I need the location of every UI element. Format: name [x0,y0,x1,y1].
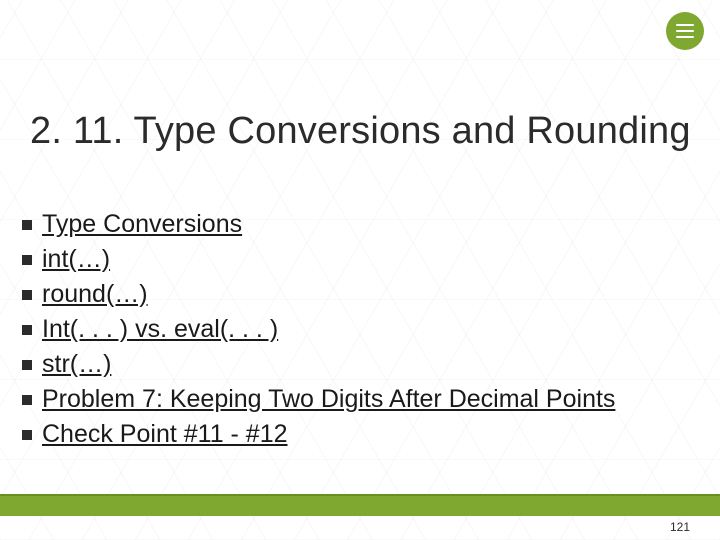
square-bullet-icon [22,255,32,265]
list-item-label: Problem 7: Keeping Two Digits After Deci… [42,385,615,414]
footer-accent-bar [0,494,720,516]
square-bullet-icon [22,220,32,230]
slide-title: 2. 11. Type Conversions and Rounding [30,110,691,153]
list-item[interactable]: Check Point #11 - #12 [22,420,700,449]
list-item-label: Int(. . . ) vs. eval(. . . ) [42,315,278,344]
list-item[interactable]: str(…) [22,350,700,379]
list-item-label: round(…) [42,280,148,309]
square-bullet-icon [22,360,32,370]
hamburger-icon [676,30,694,33]
list-item-label: str(…) [42,350,111,379]
menu-button[interactable] [666,12,704,50]
list-item-label: Type Conversions [42,210,242,239]
square-bullet-icon [22,290,32,300]
list-item[interactable]: Problem 7: Keeping Two Digits After Deci… [22,385,700,414]
square-bullet-icon [22,395,32,405]
slide-content: 2. 11. Type Conversions and Rounding Typ… [0,0,720,540]
list-item[interactable]: int(…) [22,245,700,274]
list-item-label: Check Point #11 - #12 [42,420,288,449]
bullet-list: Type Conversions int(…) round(…) Int(. .… [22,210,700,455]
list-item[interactable]: Int(. . . ) vs. eval(. . . ) [22,315,700,344]
square-bullet-icon [22,325,32,335]
page-number: 121 [670,520,690,534]
list-item[interactable]: round(…) [22,280,700,309]
list-item-label: int(…) [42,245,110,274]
list-item[interactable]: Type Conversions [22,210,700,239]
square-bullet-icon [22,430,32,440]
